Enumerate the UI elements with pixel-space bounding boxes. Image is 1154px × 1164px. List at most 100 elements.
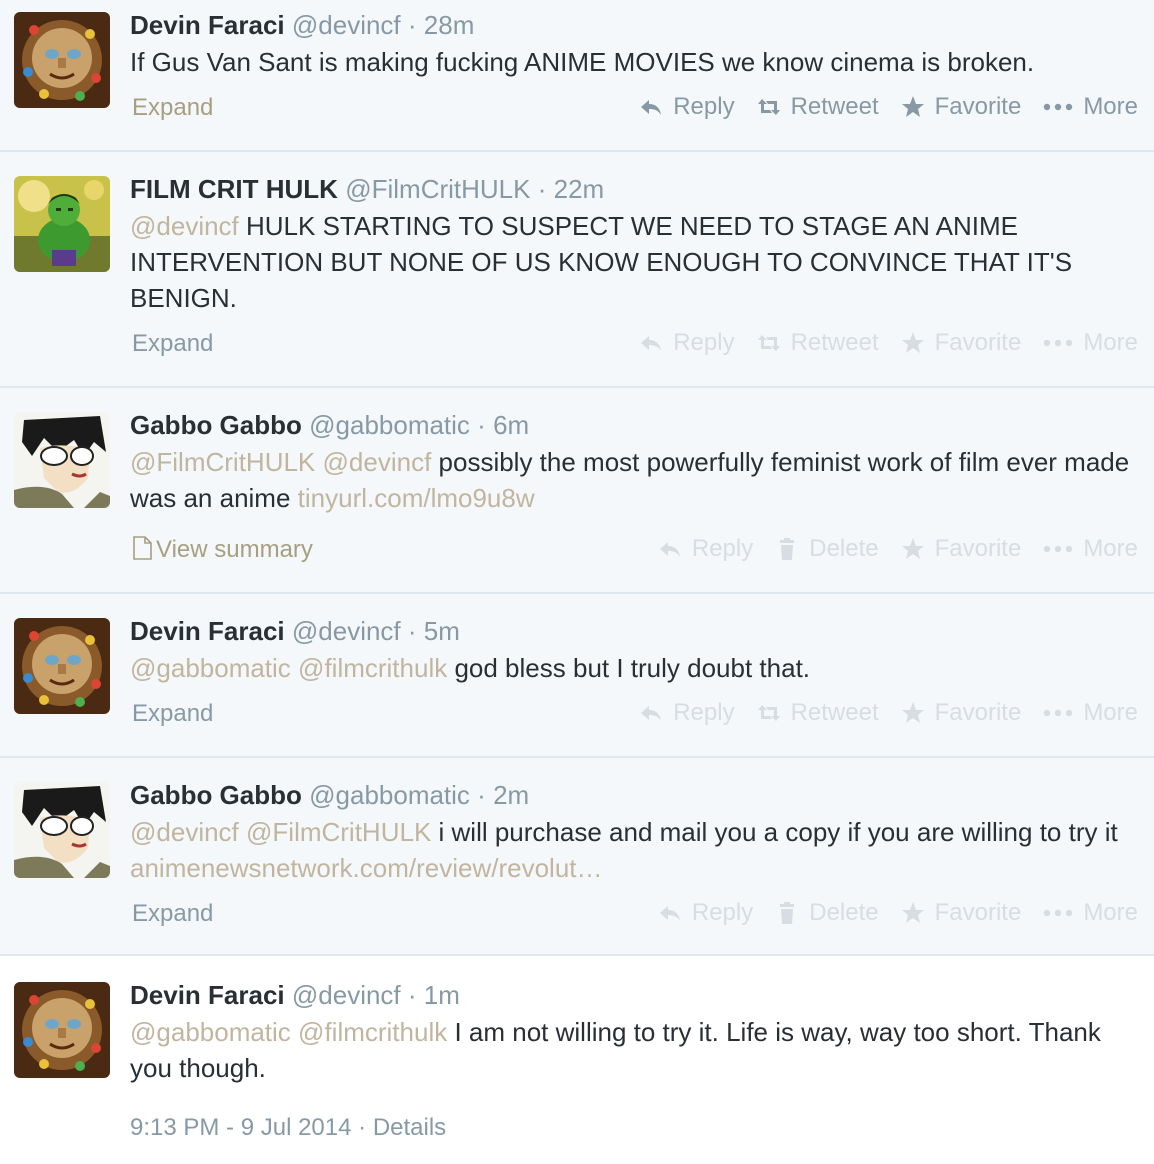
favorite-button[interactable]: Favorite: [901, 535, 1021, 563]
retweet-button[interactable]: Retweet: [757, 93, 879, 121]
mention-link[interactable]: @gabbomatic: [130, 1017, 291, 1047]
favorite-button[interactable]: Favorite: [901, 899, 1021, 927]
delete-label: Delete: [809, 535, 879, 562]
tweet-time[interactable]: 1m: [424, 980, 460, 1010]
tweet-time[interactable]: 2m: [493, 780, 529, 810]
reply-button[interactable]: Reply: [639, 699, 735, 727]
more-label: More: [1083, 329, 1138, 356]
url-link[interactable]: animenewsnetwork.com/review/revolut…: [130, 853, 603, 883]
author-handle[interactable]: @devincf: [292, 980, 401, 1010]
header-separator: ·: [407, 616, 417, 646]
tweet-actions: Reply Delete Favorite More: [636, 898, 1138, 928]
mention-link[interactable]: @FilmCritHULK: [130, 447, 315, 477]
star-icon: [901, 537, 935, 561]
header-separator: ·: [407, 10, 417, 40]
avatar[interactable]: [14, 176, 110, 272]
author-handle[interactable]: @devincf: [292, 10, 401, 40]
tweet-text-span: HULK STARTING TO SUSPECT WE NEED TO STAG…: [130, 211, 1073, 313]
expand-label: Expand: [132, 900, 214, 927]
tweet-item[interactable]: Devin Faraci @devincf · 5m @gabbomatic @f…: [0, 594, 1154, 758]
tweet-text: If Gus Van Sant is making fucking ANIME …: [130, 44, 1142, 80]
author-name[interactable]: Gabbo Gabbo: [130, 780, 302, 810]
tweet-header: Devin Faraci @devincf · 28m: [130, 10, 474, 40]
retweet-button[interactable]: Retweet: [757, 329, 879, 357]
tweet-detail-footer: 9:13 PM - 9 Jul 2014 · Details: [130, 1114, 446, 1142]
tweet-item[interactable]: Devin Faraci @devincf · 28m If Gus Van Sa…: [0, 0, 1154, 152]
author-handle[interactable]: @gabbomatic: [309, 780, 470, 810]
author-name[interactable]: Gabbo Gabbo: [130, 410, 302, 440]
author-name[interactable]: Devin Faraci: [130, 980, 285, 1010]
retweet-button[interactable]: Retweet: [757, 699, 879, 727]
tweet-time[interactable]: 5m: [424, 616, 460, 646]
expand-link[interactable]: Expand: [132, 900, 213, 928]
favorite-button[interactable]: Favorite: [901, 93, 1022, 121]
avatar[interactable]: [14, 412, 110, 508]
mention-link[interactable]: @devincf: [130, 211, 239, 241]
favorite-button[interactable]: Favorite: [901, 329, 1021, 357]
tweet-time[interactable]: 6m: [493, 410, 529, 440]
reply-button[interactable]: Reply: [658, 899, 753, 927]
header-separator: ·: [407, 980, 417, 1010]
more-button[interactable]: More: [1043, 93, 1138, 121]
delete-button[interactable]: Delete: [775, 535, 879, 563]
tweet-item[interactable]: Gabbo Gabbo @gabbomatic · 6m @FilmCritHUL…: [0, 388, 1154, 594]
tweet-text: @gabbomatic @filmcrithulk god bless but …: [130, 650, 1142, 686]
star-icon: [901, 701, 935, 725]
author-name[interactable]: FILM CRIT HULK: [130, 174, 338, 204]
avatar[interactable]: [14, 618, 110, 714]
ellipsis-icon: [1043, 901, 1083, 925]
tweet-item[interactable]: FILM CRIT HULK @FilmCritHULK · 22m @devin…: [0, 152, 1154, 388]
tweet-text-span: If Gus Van Sant is making fucking ANIME …: [130, 47, 1035, 77]
details-link[interactable]: Details: [373, 1114, 446, 1141]
expand-link[interactable]: Expand: [132, 700, 213, 728]
delete-button[interactable]: Delete: [775, 899, 879, 927]
star-icon: [901, 95, 935, 119]
footer-separator: ·: [358, 1114, 367, 1141]
author-handle[interactable]: @FilmCritHULK: [345, 174, 530, 204]
mention-link[interactable]: @devincf: [323, 447, 432, 477]
retweet-label: Retweet: [790, 329, 879, 356]
mention-link[interactable]: @FilmCritHULK: [246, 817, 431, 847]
mention-link[interactable]: @filmcrithulk: [298, 1017, 447, 1047]
more-label: More: [1083, 93, 1138, 120]
favorite-label: Favorite: [934, 93, 1022, 120]
avatar[interactable]: [14, 782, 110, 878]
tweet-item[interactable]: Gabbo Gabbo @gabbomatic · 2m @devincf @Fi…: [0, 758, 1154, 956]
favorite-button[interactable]: Favorite: [901, 699, 1021, 727]
ellipsis-icon: [1043, 701, 1083, 725]
star-icon: [901, 331, 935, 355]
avatar[interactable]: [14, 12, 110, 108]
reply-label: Reply: [691, 899, 754, 926]
author-handle[interactable]: @devincf: [292, 616, 401, 646]
expand-label: Expand: [132, 700, 214, 727]
mention-link[interactable]: @filmcrithulk: [298, 653, 447, 683]
ellipsis-icon: [1043, 537, 1083, 561]
reply-icon: [658, 537, 692, 561]
author-name[interactable]: Devin Faraci: [130, 616, 285, 646]
mention-link[interactable]: @devincf: [130, 817, 239, 847]
expand-label: Expand: [132, 330, 214, 357]
expand-link[interactable]: Expand: [132, 330, 213, 358]
author-name[interactable]: Devin Faraci: [130, 10, 285, 40]
url-link[interactable]: tinyurl.com/lmo9u8w: [298, 483, 535, 513]
expand-link[interactable]: Expand: [132, 94, 213, 122]
tweet-time[interactable]: 28m: [424, 10, 475, 40]
more-button[interactable]: More: [1043, 535, 1138, 563]
mention-link[interactable]: @gabbomatic: [130, 653, 291, 683]
more-button[interactable]: More: [1043, 699, 1138, 727]
reply-button[interactable]: Reply: [639, 93, 735, 121]
more-button[interactable]: More: [1043, 899, 1138, 927]
author-handle[interactable]: @gabbomatic: [309, 410, 470, 440]
avatar[interactable]: [14, 982, 110, 1078]
reply-button[interactable]: Reply: [658, 535, 753, 563]
tweet-text: @devincf HULK STARTING TO SUSPECT WE NEE…: [130, 208, 1142, 316]
tweet-text-span: [315, 447, 322, 477]
retweet-icon: [757, 701, 791, 725]
reply-button[interactable]: Reply: [639, 329, 735, 357]
delete-label: Delete: [809, 899, 879, 926]
reply-icon: [658, 901, 692, 925]
view-summary-link[interactable]: View summary: [132, 536, 313, 567]
more-button[interactable]: More: [1043, 329, 1138, 357]
expand-label: Expand: [132, 94, 214, 121]
tweet-time[interactable]: 22m: [554, 174, 605, 204]
